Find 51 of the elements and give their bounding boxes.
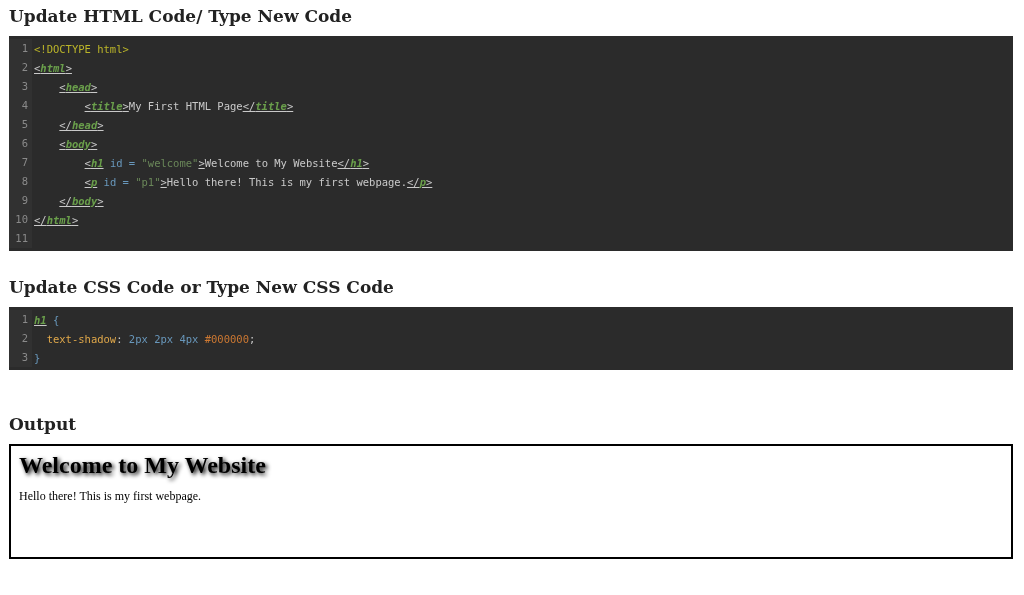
line-number: 7 [9,153,32,172]
code-editor[interactable] [9,36,1013,251]
code-token: </p> [407,175,433,188]
line-number: 11 [9,229,32,248]
code-token: </title> [242,99,294,112]
code-token: : [116,332,124,345]
output-title: Welcome to My Website [19,452,266,479]
code-token: </head> [59,118,104,131]
code-token: <head> [59,80,98,93]
line-number: 2 [9,58,32,77]
code-token: 2px 2px 4px [128,332,200,345]
code-editor[interactable]: 1 h1 { 2 text-shadow: 2px 2px 4px #000000; 3 } [9,307,1013,370]
section-heading: Update CSS Code or Type New CSS Code [9,276,394,299]
code-token: <h1 [84,156,104,169]
code-token: Hello there! This is my first webpage. [166,175,407,188]
code-token: id = [103,175,130,188]
code-token: } [34,351,41,364]
code-token: > [160,175,167,188]
line-number: 8 [9,172,32,191]
code-token: id = [109,156,137,169]
code-token: ; [249,332,256,345]
code-token: "welcome" [141,156,199,169]
code-token: text-shadow [46,332,117,345]
line-number: 6 [9,134,32,153]
code-token: <body> [59,137,98,150]
code-token: My First HTML Page [128,99,243,112]
code-token: > [198,156,205,169]
line-number: 3 [9,348,32,367]
code-token: <html> [34,61,72,74]
code-token: <!DOCTYPE html> [34,42,129,55]
line-number: 5 [9,115,32,134]
code-token: </html> [34,213,79,226]
line-number: 1 [9,39,32,58]
code-token: { [53,313,60,326]
line-number: 9 [9,191,32,210]
code-token: <title> [84,99,129,112]
line-number: 1 [9,310,32,329]
output-paragraph: Hello there! This is my first webpage. [19,489,202,504]
section-heading: Output [9,413,77,436]
code-token: "p1" [135,175,161,188]
line-number: 10 [9,210,32,229]
line-number: 4 [9,96,32,115]
line-number: 2 [9,329,32,348]
code-token: </h1> [337,156,370,169]
code-token: </body> [59,194,104,207]
code-token: #000000 [204,332,249,345]
section-heading: Update HTML Code/ Type New Code [9,5,353,28]
code-token: <p [84,175,98,188]
code-token: h1 [34,313,47,326]
code-token: Welcome to My Website [204,156,338,169]
line-number: 3 [9,77,32,96]
